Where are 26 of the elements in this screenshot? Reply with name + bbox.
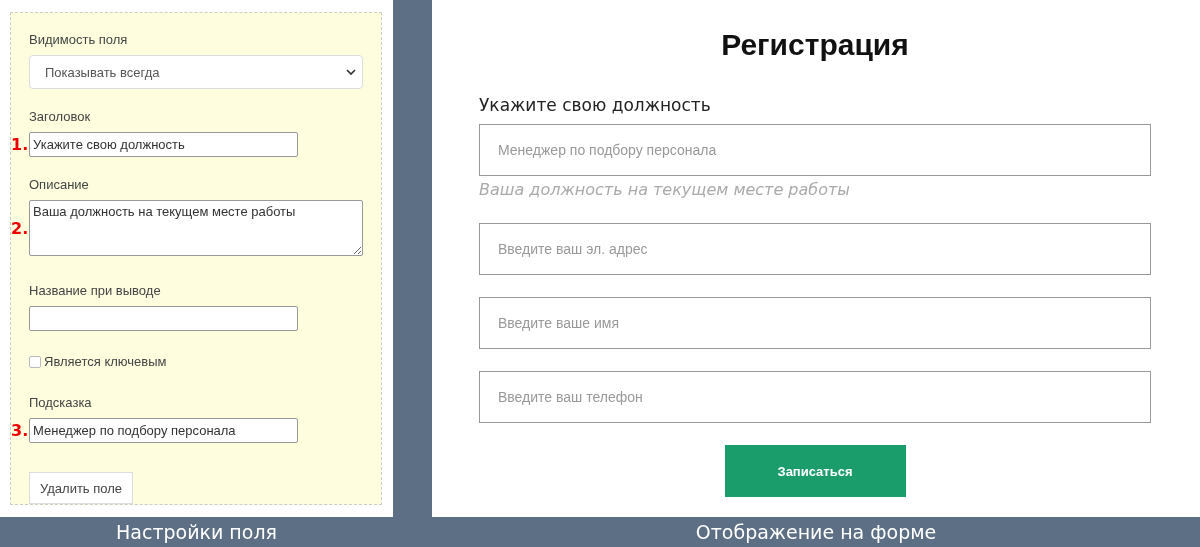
field-description: Ваша должность на текущем месте работы — [479, 180, 851, 199]
form-title: Регистрация — [720, 28, 910, 62]
field-label: Название при выводе — [29, 283, 162, 299]
input-field[interactable]: Менеджер по подбору персонала — [29, 418, 298, 443]
input-field[interactable]: Укажите свою должность — [29, 132, 298, 157]
input-field[interactable] — [29, 306, 298, 331]
field-label: Заголовок — [29, 109, 92, 125]
checkbox-label: Является ключевым — [44, 354, 167, 369]
checkbox[interactable] — [29, 355, 41, 368]
field-label: Видимость поля — [29, 32, 129, 48]
textarea-field[interactable]: Ваша должность на текущем месте работы — [29, 200, 363, 256]
number-marker: 1. — [11, 135, 29, 154]
input-field[interactable]: Менеджер по подбору персонала — [479, 124, 1151, 176]
input-field[interactable]: Введите ваш эл. адрес — [479, 223, 1151, 275]
chevron-down-icon — [346, 68, 356, 76]
number-marker: 3. — [11, 421, 29, 440]
field-label: Подсказка — [29, 395, 93, 411]
panel-caption: Настройки поля — [116, 521, 277, 543]
number-marker: 2. — [11, 218, 29, 238]
input-field[interactable]: Введите ваше имя — [479, 297, 1151, 349]
select-field[interactable]: Показывать всегда — [29, 55, 363, 89]
input-field[interactable]: Введите ваш телефон — [479, 371, 1151, 423]
field-label: Описание — [29, 177, 90, 193]
field-label: Укажите свою должность — [479, 95, 712, 115]
delete-button[interactable]: Удалить поле — [29, 472, 134, 504]
panel-caption: Отображение на форме — [695, 521, 937, 543]
